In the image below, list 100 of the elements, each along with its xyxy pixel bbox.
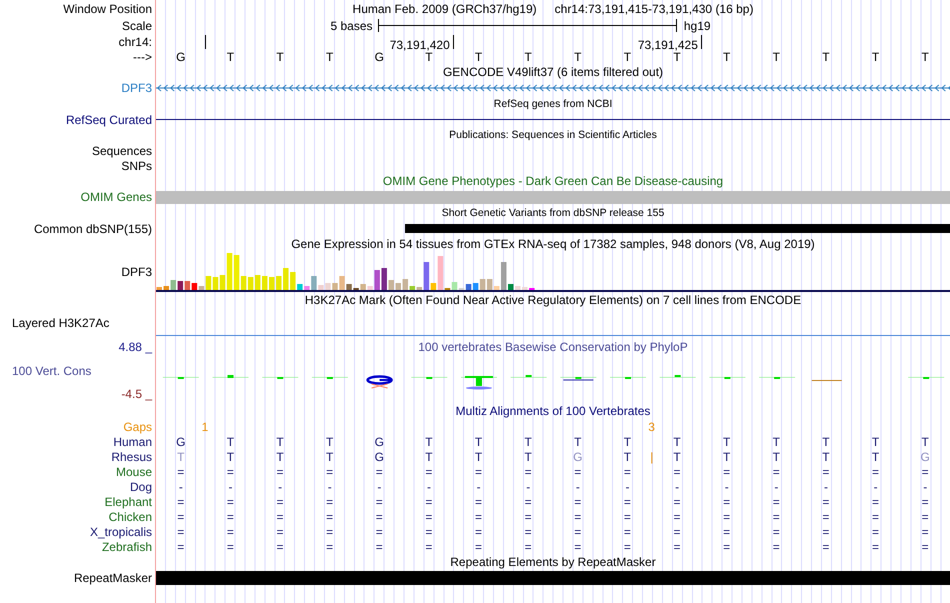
alignment-base: G: [573, 450, 582, 464]
alignment-base: -: [377, 480, 382, 494]
gene-strand-arrows[interactable]: [156, 84, 950, 92]
alignment-base: =: [326, 540, 334, 554]
alignment-base: T: [673, 450, 681, 464]
alignment-base: =: [276, 540, 284, 554]
alignment-base: T: [574, 434, 582, 448]
species-label[interactable]: Mouse: [116, 464, 152, 478]
track-title[interactable]: Publications: Sequences in Scientific Articles: [449, 128, 657, 142]
alignment-base: T: [673, 434, 681, 448]
repeat-bar[interactable]: [156, 570, 950, 584]
track-label[interactable]: DPF3: [121, 265, 152, 279]
variant-bar[interactable]: [404, 224, 950, 233]
ruler-tick: [452, 35, 454, 49]
track-label[interactable]: RepeatMasker: [74, 570, 152, 584]
alignment-base: -: [625, 480, 630, 494]
base-letter: G: [374, 50, 385, 64]
species-label[interactable]: Elephant: [104, 494, 152, 508]
alignment-base: =: [475, 464, 482, 478]
track-title[interactable]: Short Genetic Variants from dbSNP release 155: [442, 206, 664, 220]
alignment-base: =: [624, 464, 631, 478]
track-label[interactable]: SNPs: [121, 158, 152, 172]
alignment-base: =: [226, 464, 234, 478]
alignment-base: =: [922, 464, 929, 478]
alignment-base: -: [426, 480, 431, 494]
alignment-base: -: [824, 480, 828, 494]
alignment-base: =: [475, 540, 482, 554]
alignment-base: =: [276, 510, 284, 524]
ruler-tick: [700, 35, 702, 49]
alignment-base: =: [922, 524, 929, 538]
base-letter: T: [722, 50, 732, 64]
alignment-base: =: [624, 540, 631, 554]
species-label[interactable]: Zebrafish: [102, 540, 152, 554]
alignment-base: =: [226, 494, 234, 508]
track-label[interactable]: Common dbSNP(155): [34, 222, 152, 236]
alignment-base: =: [624, 494, 631, 508]
alignment-base: =: [772, 524, 780, 538]
alignment-base: =: [276, 524, 284, 538]
track-label: -4.5 _: [121, 387, 152, 401]
alignment-base: T: [326, 450, 334, 464]
alignment-base: =: [723, 540, 730, 554]
species-label[interactable]: Human: [113, 434, 152, 448]
alignment-base: =: [723, 464, 730, 478]
alignment-base: G: [374, 434, 384, 448]
alignment-base: =: [723, 510, 730, 524]
alignment-base: T: [872, 450, 880, 464]
species-label[interactable]: Chicken: [108, 510, 152, 524]
base-letter: T: [920, 50, 930, 64]
track-label[interactable]: Sequences: [92, 144, 152, 158]
alignment-base: =: [674, 540, 681, 554]
gene-line[interactable]: [156, 119, 950, 120]
species-label[interactable]: Rhesus: [111, 450, 152, 464]
track-title[interactable]: Repeating Elements by RepeatMasker: [450, 555, 656, 569]
alignment-base: =: [177, 540, 184, 554]
alignment-base: T: [326, 434, 334, 448]
alignment-base: T: [524, 450, 532, 464]
alignment-base: T: [822, 450, 830, 464]
base-letter: T: [573, 50, 582, 64]
track-label[interactable]: Layered H3K27Ac: [12, 316, 110, 330]
alignment-base: -: [923, 480, 928, 494]
track-title[interactable]: Multiz Alignments of 100 Vertebrates: [456, 404, 650, 418]
track-label[interactable]: RefSeq Curated: [66, 112, 152, 126]
alignment-base: =: [772, 540, 780, 554]
alignment-base: T: [772, 450, 780, 464]
track-label: Gaps: [123, 420, 152, 434]
base-letter: T: [474, 50, 484, 64]
ruler-position: 73,191,420: [390, 38, 450, 52]
alignment-base: -: [576, 480, 580, 494]
track-title[interactable]: GENCODE V49lift37 (6 items filtered out): [442, 65, 664, 79]
species-label[interactable]: Dog: [130, 480, 152, 494]
insertion-mark: |: [650, 450, 654, 464]
alignment-base: -: [675, 480, 680, 494]
alignment-base: =: [574, 540, 582, 554]
alignment-base: =: [674, 494, 681, 508]
track-label: Window Position: [63, 2, 152, 16]
track-title[interactable]: Gene Expression in 54 tissues from GTEx RNA-seq of 17382 samples, 948 donors (V8, Aug 2019): [291, 237, 815, 251]
species-label[interactable]: X_tropicalis: [90, 524, 152, 538]
track-title[interactable]: H3K27Ac Mark (Often Found Near Active Regulatory Elements) on 7 cell lines from ENCODE: [304, 293, 802, 307]
alignment-base: T: [822, 434, 830, 448]
phenotype-bar[interactable]: [156, 190, 950, 204]
track-title[interactable]: OMIM Gene Phenotypes - Dark Green Can Be Disease-causing: [382, 174, 724, 188]
position-range[interactable]: chr14:73,191,415-73,191,430 (16 bp): [554, 2, 754, 16]
signal-line[interactable]: [156, 335, 950, 336]
track-title[interactable]: 100 vertebrates Basewise Conservation by PhyloP: [418, 340, 688, 354]
alignment-base: =: [772, 494, 780, 508]
alignment-base: =: [674, 510, 681, 524]
track-title[interactable]: RefSeq genes from NCBI: [494, 97, 612, 111]
alignment-base: =: [475, 510, 482, 524]
alignment-base: =: [177, 494, 184, 508]
alignment-base: =: [326, 494, 334, 508]
alignment-base: =: [177, 510, 184, 524]
alignment-base: =: [276, 494, 284, 508]
alignment-base: =: [326, 464, 334, 478]
base-letter: T: [870, 50, 880, 64]
alignment-base: =: [226, 524, 234, 538]
track-label[interactable]: DPF3: [121, 81, 152, 95]
alignment-base: =: [872, 464, 880, 478]
track-label[interactable]: OMIM Genes: [80, 190, 152, 204]
expression-bars-drawing[interactable]: [156, 252, 536, 290]
track-label: 4.88 _: [118, 340, 152, 354]
